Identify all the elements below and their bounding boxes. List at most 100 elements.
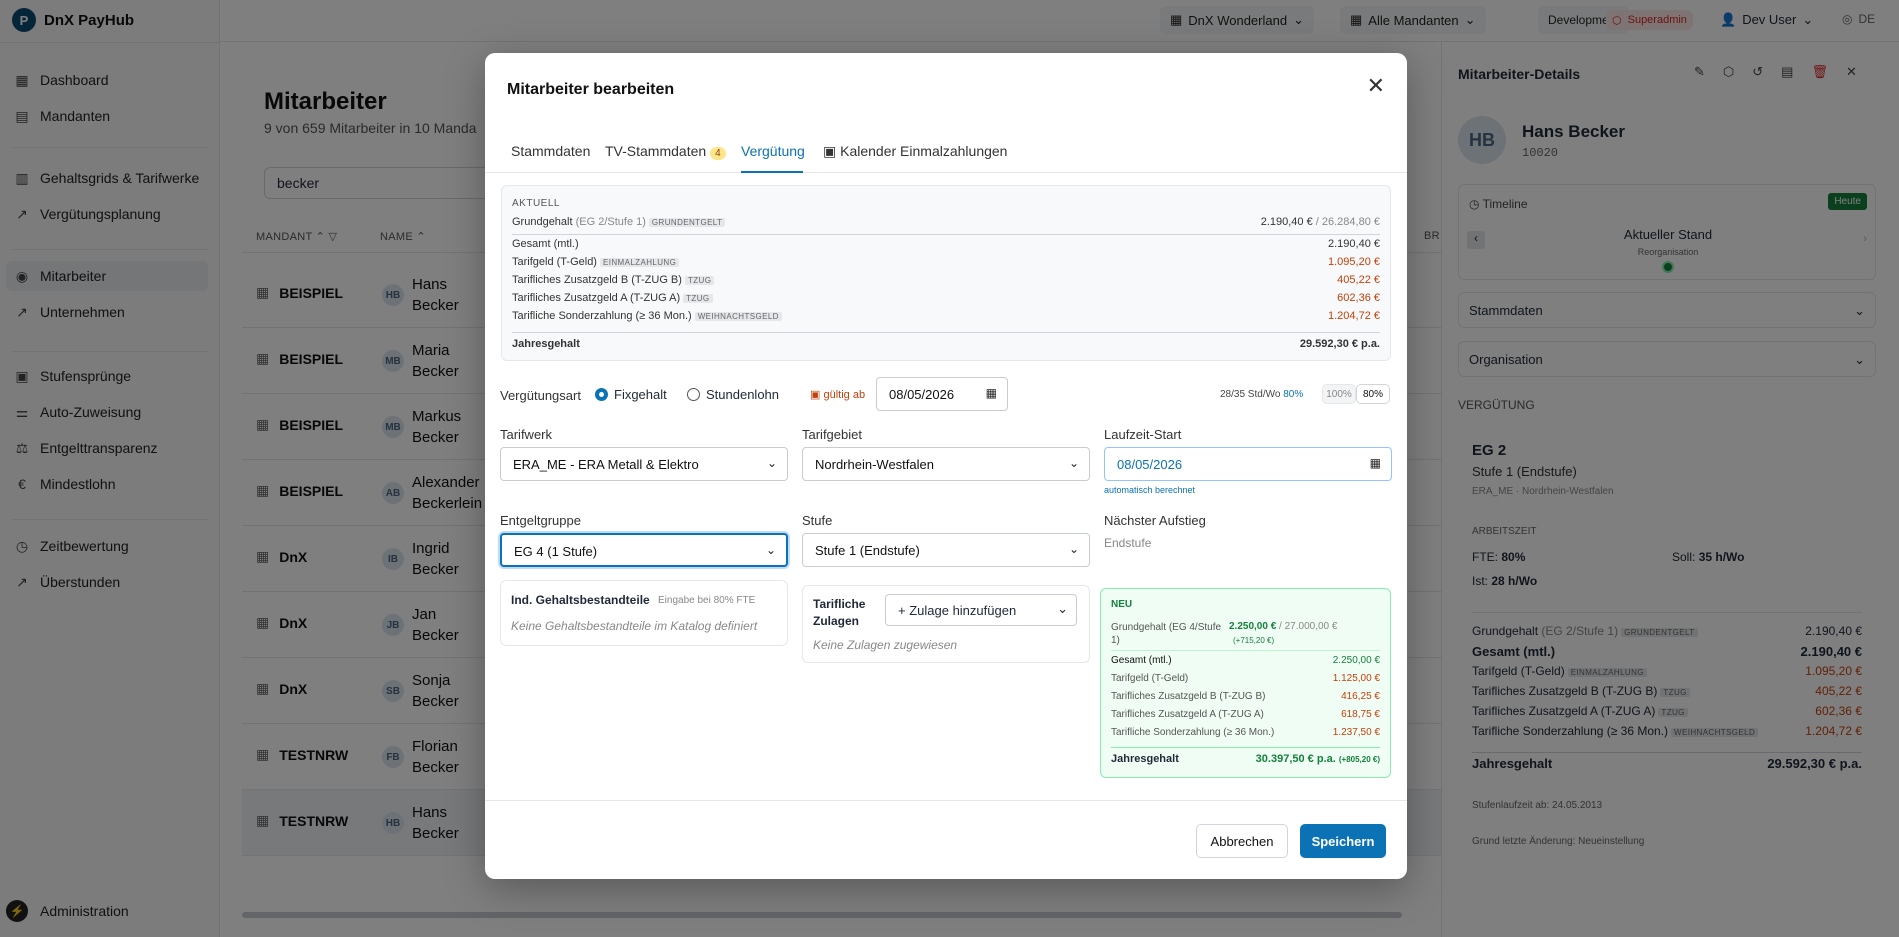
aktuell-heading: AKTUELL	[512, 198, 560, 209]
hours-pct: 80%	[1283, 389, 1304, 400]
line-label: Tarifliche Sonderzahlung (≥ 36 Mon.)	[1111, 727, 1275, 738]
neu-jahresgehalt: Jahresgehalt 30.397,50 € p.a. (+805,20 €)	[1111, 753, 1380, 765]
stufe-label: Stufe	[802, 513, 833, 528]
radio-checked-icon	[595, 388, 608, 401]
entgeltgruppe-select[interactable]: EG 4 (1 Stufe) ⌄	[500, 533, 788, 567]
divider	[512, 234, 1380, 235]
line-label: Gesamt (mtl.)	[512, 238, 579, 250]
fte-80-button[interactable]: 80%	[1356, 384, 1390, 404]
line-delta: (+805,20 €)	[1338, 755, 1380, 764]
line-value: 1.204,72 €	[1328, 310, 1380, 322]
gueltig-ab-date-input[interactable]: 08/05/2026 ▦	[876, 377, 1008, 411]
current-jahresgehalt: Jahresgehalt 29.592,30 € p.a.	[512, 338, 1380, 350]
line-label: Tarifgeld (T-Geld)	[1111, 673, 1189, 684]
line-label: Tarifliches Zusatzgeld B (T-ZUG B)	[1111, 691, 1266, 702]
line-tag: TZUG	[683, 294, 713, 303]
chevron-down-icon: ⌄	[1068, 456, 1079, 470]
modal-tabs: Stammdaten TV-Stammdaten 4 Vergütung ▣ Ka…	[485, 129, 1407, 173]
tab-tv-stammdaten[interactable]: TV-Stammdaten 4	[605, 143, 726, 160]
tarifgebiet-label: Tarifgebiet	[802, 427, 862, 442]
current-line: Tarifgeld (T-Geld) EINMALZAHLUNG 1.095,20 …	[512, 256, 1380, 268]
current-line: Gesamt (mtl.) 2.190,40 €	[512, 238, 1380, 250]
select-value: + Zulage hinzufügen	[898, 603, 1017, 618]
laufzeit-label: Laufzeit-Start	[1104, 427, 1182, 442]
current-line: Tarifliches Zusatzgeld B (T-ZUG B) TZUG 40…	[512, 274, 1380, 286]
line-value: 30.397,50 € p.a.	[1255, 753, 1336, 765]
neu-grund-value: 2.250,00 €	[1229, 621, 1277, 632]
tab-kalender[interactable]: ▣ Kalender Einmalzahlungen	[823, 143, 1007, 160]
hours-info: 28/35 Std/Wo 80%	[1220, 389, 1303, 400]
ind-hint: Eingabe bei 80% FTE	[658, 595, 756, 606]
tarifwerk-label: Tarifwerk	[500, 427, 553, 442]
neu-line: Gesamt (mtl.) 2.250,00 €	[1111, 655, 1380, 666]
radio-stundenlohn[interactable]: Stundenlohn	[687, 387, 779, 402]
laufzeit-start-input[interactable]: 08/05/2026 ▦	[1104, 447, 1392, 481]
active-tab-indicator	[741, 171, 803, 173]
calendar-icon: ▦	[1369, 456, 1381, 470]
line-tag: WEIHNACHTSGELD	[694, 312, 782, 321]
date-value: 08/05/2026	[1117, 457, 1183, 472]
chevron-down-icon: ⌄	[765, 543, 776, 557]
line-tag: GRUNDENTGELT	[648, 218, 726, 227]
select-value: Stufe 1 (Endstufe)	[815, 543, 920, 558]
verguetungsart-label: Vergütungsart	[500, 388, 581, 403]
tab-stammdaten[interactable]: Stammdaten	[511, 143, 590, 159]
line-value: 1.095,20 €	[1328, 256, 1380, 268]
line-tag: TZUG	[684, 276, 715, 285]
calendar-icon: ▣	[823, 143, 837, 159]
close-icon[interactable]: ✕	[1367, 73, 1385, 99]
current-salary-box: AKTUELL Grundgehalt (EG 2/Stufe 1) GRUNDE…	[501, 185, 1391, 361]
line-value: 405,22 €	[1337, 274, 1380, 286]
fte-100-button[interactable]: 100%	[1322, 384, 1356, 404]
save-button[interactable]: Speichern	[1300, 824, 1386, 858]
calendar-icon: ▣	[810, 389, 821, 401]
line-value: 1.125,00 €	[1332, 673, 1380, 684]
neu-line: Tarifliches Zusatzgeld A (T-ZUG A) 618,75…	[1111, 709, 1380, 720]
modal-title: Mitarbeiter bearbeiten	[507, 81, 675, 98]
radio-label: Fixgehalt	[614, 387, 667, 402]
line-value: 2.190,40 €	[1328, 238, 1380, 250]
neu-grund-values: 2.250,00 € / 27.000,00 €	[1229, 621, 1337, 632]
line-label: Tarifgeld (T-Geld)	[512, 256, 597, 268]
naechster-aufstieg-label: Nächster Aufstieg	[1104, 513, 1206, 528]
calendar-icon: ▦	[985, 386, 997, 400]
select-value: EG 4 (1 Stufe)	[514, 544, 598, 559]
tarifgebiet-select[interactable]: Nordrhein-Westfalen ⌄	[802, 447, 1090, 481]
line-label: Tarifliches Zusatzgeld A (T-ZUG A)	[1111, 709, 1264, 720]
gueltig-ab-label: ▣ gültig ab	[810, 388, 865, 401]
line-label: Jahresgehalt	[1111, 753, 1179, 765]
line-value: 2.250,00 €	[1332, 655, 1380, 666]
ind-empty: Keine Gehaltsbestandteile im Katalog def…	[511, 619, 758, 633]
tab-verguetung[interactable]: Vergütung	[741, 143, 805, 159]
tarifwerk-select[interactable]: ERA_ME - ERA Metall & Elektro ⌄	[500, 447, 788, 481]
current-line: Tarifliches Zusatzgeld A (T-ZUG A) TZUG 60…	[512, 292, 1380, 304]
line-label: Jahresgehalt	[512, 338, 580, 350]
naechster-aufstieg-value: Endstufe	[1104, 536, 1152, 550]
divider	[1111, 650, 1380, 651]
tab-label: TV-Stammdaten	[605, 143, 707, 159]
add-zulage-select[interactable]: + Zulage hinzufügen ⌄	[885, 594, 1077, 626]
cancel-button[interactable]: Abbrechen	[1196, 824, 1288, 858]
line-value: 2.190,40 €	[1260, 216, 1313, 228]
stufe-select[interactable]: Stufe 1 (Endstufe) ⌄	[802, 533, 1090, 567]
line-extra: (EG 2/Stufe 1)	[575, 216, 646, 228]
entgeltgruppe-label: Entgeltgruppe	[500, 513, 581, 528]
line-year: / 26.284,80 €	[1315, 216, 1380, 228]
radio-fixgehalt[interactable]: Fixgehalt	[595, 387, 667, 402]
neu-line: Tarifgeld (T-Geld) 1.125,00 €	[1111, 673, 1380, 684]
divider	[485, 800, 1407, 801]
neu-grund-year: / 27.000,00 €	[1279, 621, 1338, 632]
date-value: 08/05/2026	[889, 387, 955, 402]
line-label: Tarifliche Sonderzahlung (≥ 36 Mon.)	[512, 310, 692, 322]
chevron-down-icon: ⌄	[1057, 601, 1068, 616]
tab-label: Kalender Einmalzahlungen	[840, 143, 1008, 159]
ind-gehaltsbestandteile-box: Ind. Gehaltsbestandteile Eingabe bei 80%…	[500, 580, 788, 646]
select-value: ERA_ME - ERA Metall & Elektro	[513, 457, 699, 472]
line-label: Tarifliches Zusatzgeld A (T-ZUG A)	[512, 292, 681, 304]
edit-employee-modal: Mitarbeiter bearbeiten ✕ Stammdaten TV-S…	[485, 53, 1407, 879]
neu-heading: NEU	[1111, 599, 1133, 610]
ind-label: Ind. Gehaltsbestandteile	[511, 593, 650, 607]
line-label: Tarifliches Zusatzgeld B (T-ZUG B)	[512, 274, 682, 286]
tarifliche-zulagen-box: Tarifliche Zulagen + Zulage hinzufügen ⌄ …	[802, 585, 1090, 663]
chevron-down-icon: ⌄	[1068, 542, 1079, 556]
